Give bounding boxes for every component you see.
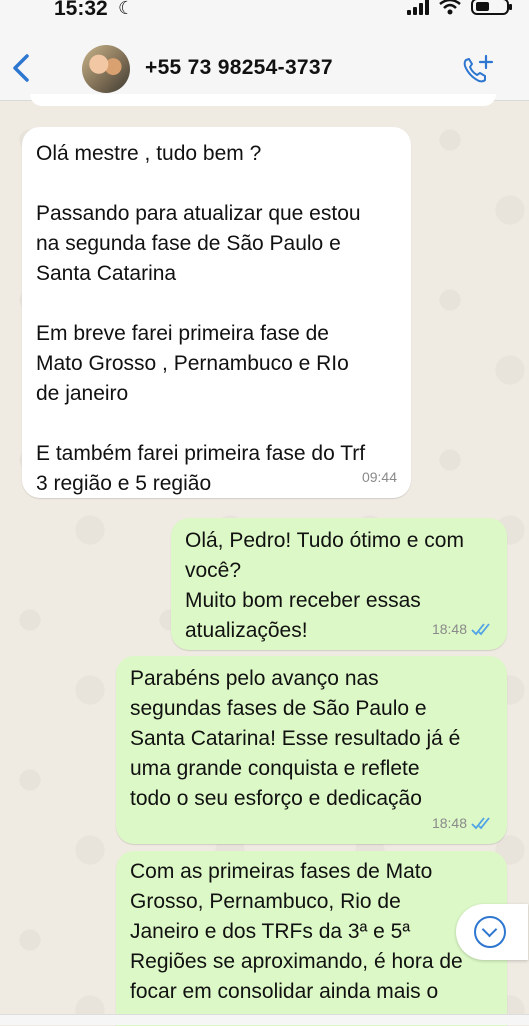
contact-avatar[interactable]	[82, 45, 130, 93]
wifi-icon	[439, 0, 461, 14]
message-text: Olá mestre , tudo bem ? Passando para at…	[36, 142, 366, 495]
scroll-to-bottom-button[interactable]	[456, 904, 528, 960]
message-text: Com as primeiras fases de Mato Grosso, P…	[130, 860, 463, 1003]
moon-icon: ☾	[118, 0, 135, 18]
message-meta: 09:44	[362, 462, 397, 492]
status-time: 15:32	[54, 0, 108, 20]
message-outgoing[interactable]: Parabéns pelo avanço nas segundas fases …	[116, 656, 507, 844]
message-time: 18:48	[431, 815, 467, 831]
message-time: 09:44	[361, 469, 397, 485]
message-time: 18:48	[431, 621, 467, 637]
contact-name[interactable]: +55 73 98254-3737	[145, 56, 333, 80]
read-ticks-icon	[471, 817, 490, 830]
back-chevron-icon[interactable]	[10, 52, 32, 84]
add-call-icon[interactable]	[460, 54, 494, 86]
previous-message-bubble	[30, 94, 496, 106]
signal-icon	[407, 0, 429, 15]
status-icons	[407, 0, 512, 15]
battery-icon	[471, 0, 512, 15]
input-bar	[0, 1014, 529, 1025]
message-incoming[interactable]: Olá mestre , tudo bem ? Passando para at…	[22, 127, 411, 498]
chat-header: 15:32 ☾ +55 73 98254-3737	[0, 0, 529, 101]
message-outgoing[interactable]: Com as primeiras fases de Mato Grosso, P…	[116, 851, 507, 1026]
chevron-down-icon	[474, 916, 506, 948]
message-meta: 18:48	[432, 614, 493, 644]
message-text: Parabéns pelo avanço nas segundas fases …	[130, 667, 461, 810]
message-outgoing[interactable]: Olá, Pedro! Tudo ótimo e com você? Muito…	[171, 518, 507, 650]
read-ticks-icon	[471, 623, 490, 636]
message-meta: 18:48	[432, 808, 493, 838]
